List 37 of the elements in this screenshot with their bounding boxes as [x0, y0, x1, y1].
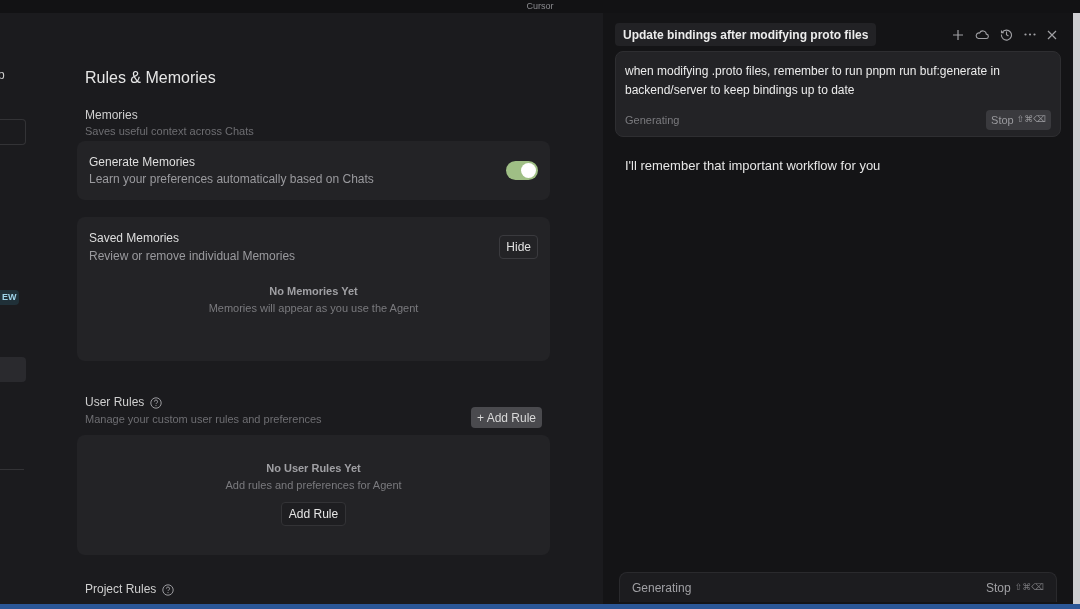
setting-title: Saved Memories — [89, 230, 181, 247]
section-subtitle: Saves useful context across Chats — [85, 124, 255, 139]
assistant-message: I'll remember that important workflow for you — [624, 157, 882, 175]
window-title: Cursor — [526, 2, 554, 11]
empty-state-title: No Memories Yet — [269, 284, 358, 299]
empty-state-text: Add rules and preferences for Agent — [225, 478, 402, 493]
stop-button[interactable]: Stop ⇧⌘⌫ — [986, 578, 1044, 597]
chat-tab[interactable]: Update bindings after modifying proto files — [615, 23, 877, 46]
toggle-switch[interactable] — [506, 161, 538, 180]
help-icon[interactable] — [150, 396, 163, 409]
help-icon[interactable] — [162, 583, 175, 596]
status-text: Generating — [625, 112, 680, 128]
chat-input-bar[interactable]: Generating Stop ⇧⌘⌫ — [619, 572, 1057, 602]
section-title: Project Rules — [85, 581, 157, 598]
empty-state-text: Memories will appear as you use the Agent — [208, 301, 419, 316]
scrollbar[interactable] — [1073, 13, 1080, 604]
section-subtitle: Manage your custom user rules and preferences — [85, 412, 322, 427]
setting-description: Review or remove individual Memories — [89, 248, 296, 265]
status-text: Generating — [632, 579, 692, 597]
setting-description: Learn your preferences automatically based on Chats — [89, 170, 374, 188]
page-heading: Rules & Memories — [84, 68, 217, 88]
new-badge: EW — [0, 290, 19, 305]
hide-button[interactable]: Hide — [499, 235, 538, 259]
close-icon[interactable] — [1047, 29, 1057, 40]
sidebar-search-field[interactable] — [0, 119, 26, 145]
section-title: Memories — [85, 107, 139, 123]
prompt-text: when modifying .proto files, remember to run pnpm run buf:generate in backend/server to keep bindings up to date — [625, 63, 1001, 99]
empty-state-title: No User Rules Yet — [266, 461, 361, 476]
cloud-icon[interactable] — [975, 29, 989, 40]
setting-title: Generate Memories — [89, 153, 197, 171]
add-rule-button[interactable]: Add Rule — [280, 502, 347, 526]
history-icon[interactable] — [1000, 28, 1013, 41]
section-title: User Rules — [85, 394, 145, 411]
plus-icon[interactable] — [952, 28, 964, 41]
more-icon[interactable] — [1024, 33, 1036, 36]
stop-button[interactable]: Stop ⇧⌘⌫ — [986, 110, 1051, 130]
add-rule-button[interactable]: + Add Rule — [470, 407, 542, 428]
